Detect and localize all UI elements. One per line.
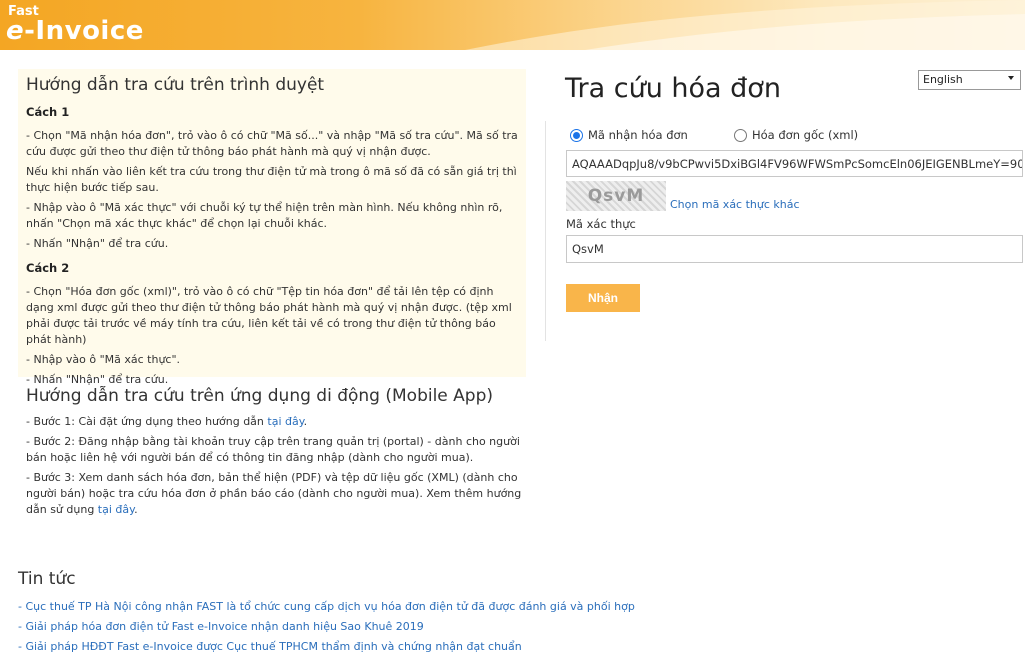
method1-step: Nếu khi nhấn vào liên kết tra cứu trong …: [26, 165, 517, 194]
captcha-text: QsvM: [587, 186, 645, 206]
radio-invoice-code[interactable]: Mã nhận hóa đơn: [570, 128, 688, 142]
news-title: Tin tức: [18, 569, 76, 589]
method1-step: - Nhập vào ô "Mã xác thực" với chuỗi ký …: [26, 201, 503, 230]
browser-guide-title: Hướng dẫn tra cứu trên trình duyệt: [26, 75, 325, 95]
auth-code-value: QsvM: [572, 242, 604, 256]
radio-button-checked[interactable]: [570, 128, 583, 142]
auth-code-label: Mã xác thực: [566, 217, 636, 231]
mobile-step-3: - Bước 3: Xem danh sách hóa đơn, bản thể…: [26, 471, 522, 516]
app-header: Fast e-Invoice: [0, 0, 1025, 50]
method2-title: Cách 2: [26, 261, 70, 275]
news-section: Tin tức - Cục thuế TP Hà Nội công nhận F…: [18, 569, 718, 657]
install-guide-link[interactable]: tại đây: [267, 415, 303, 428]
method2-step: - Chọn "Hóa đơn gốc (xml)", trỏ vào ô có…: [26, 285, 512, 346]
mobile-step-2: - Bước 2: Đăng nhập bằng tài khoản truy …: [26, 435, 520, 464]
logo-e: e: [6, 16, 25, 46]
user-guide-link[interactable]: tại đây: [98, 503, 134, 516]
radio-xml-invoice-label: Hóa đơn gốc (xml): [752, 128, 859, 142]
auth-code-input[interactable]: QsvM: [566, 235, 1023, 263]
header-swoosh-decoration: [465, 0, 1025, 50]
submit-button[interactable]: Nhận: [566, 284, 640, 312]
language-select[interactable]: English: [918, 70, 1021, 90]
mobile-step-1: - Bước 1: Cài đặt ứng dụng theo hướng dẫ…: [26, 415, 308, 428]
method1-step: - Nhấn "Nhận" để tra cứu.: [26, 237, 169, 250]
radio-invoice-code-label: Mã nhận hóa đơn: [588, 128, 688, 142]
refresh-captcha-link[interactable]: Chọn mã xác thực khác: [670, 198, 800, 211]
radio-xml-invoice[interactable]: Hóa đơn gốc (xml): [734, 128, 858, 142]
chevron-down-icon: [1008, 76, 1014, 80]
method2-step: - Nhập vào ô "Mã xác thực".: [26, 353, 181, 366]
invoice-code-input[interactable]: AQAAADqpJu8/v9bCPwvi5DxiBGl4FV96WFWSmPcS…: [566, 150, 1023, 177]
news-link[interactable]: - Giải pháp hóa đơn điện tử Fast e-Invoi…: [18, 617, 718, 637]
news-link[interactable]: - Cục thuế TP Hà Nội công nhận FAST là t…: [18, 597, 718, 617]
lookup-form-title: Tra cứu hóa đơn: [565, 73, 781, 104]
mobile-guide-section: Hướng dẫn tra cứu trên ứng dụng di động …: [26, 384, 526, 522]
news-link[interactable]: - Giải pháp HĐĐT Fast e-Invoice được Cục…: [18, 637, 718, 657]
method1-title: Cách 1: [26, 105, 70, 119]
browser-guide-panel: Hướng dẫn tra cứu trên trình duyệt Cách …: [18, 69, 526, 386]
method1-step: - Chọn "Mã nhận hóa đơn", trỏ vào ô có c…: [26, 129, 518, 158]
vertical-divider: [545, 121, 546, 341]
logo-einvoice[interactable]: e-Invoice: [6, 16, 144, 46]
language-selected: English: [923, 73, 963, 86]
radio-button[interactable]: [734, 128, 747, 142]
invoice-code-value: AQAAADqpJu8/v9bCPwvi5DxiBGl4FV96WFWSmPcS…: [572, 156, 1023, 171]
logo-invoice: -Invoice: [24, 16, 144, 46]
captcha-image: QsvM: [566, 181, 666, 211]
mobile-guide-title: Hướng dẫn tra cứu trên ứng dụng di động …: [26, 386, 494, 406]
